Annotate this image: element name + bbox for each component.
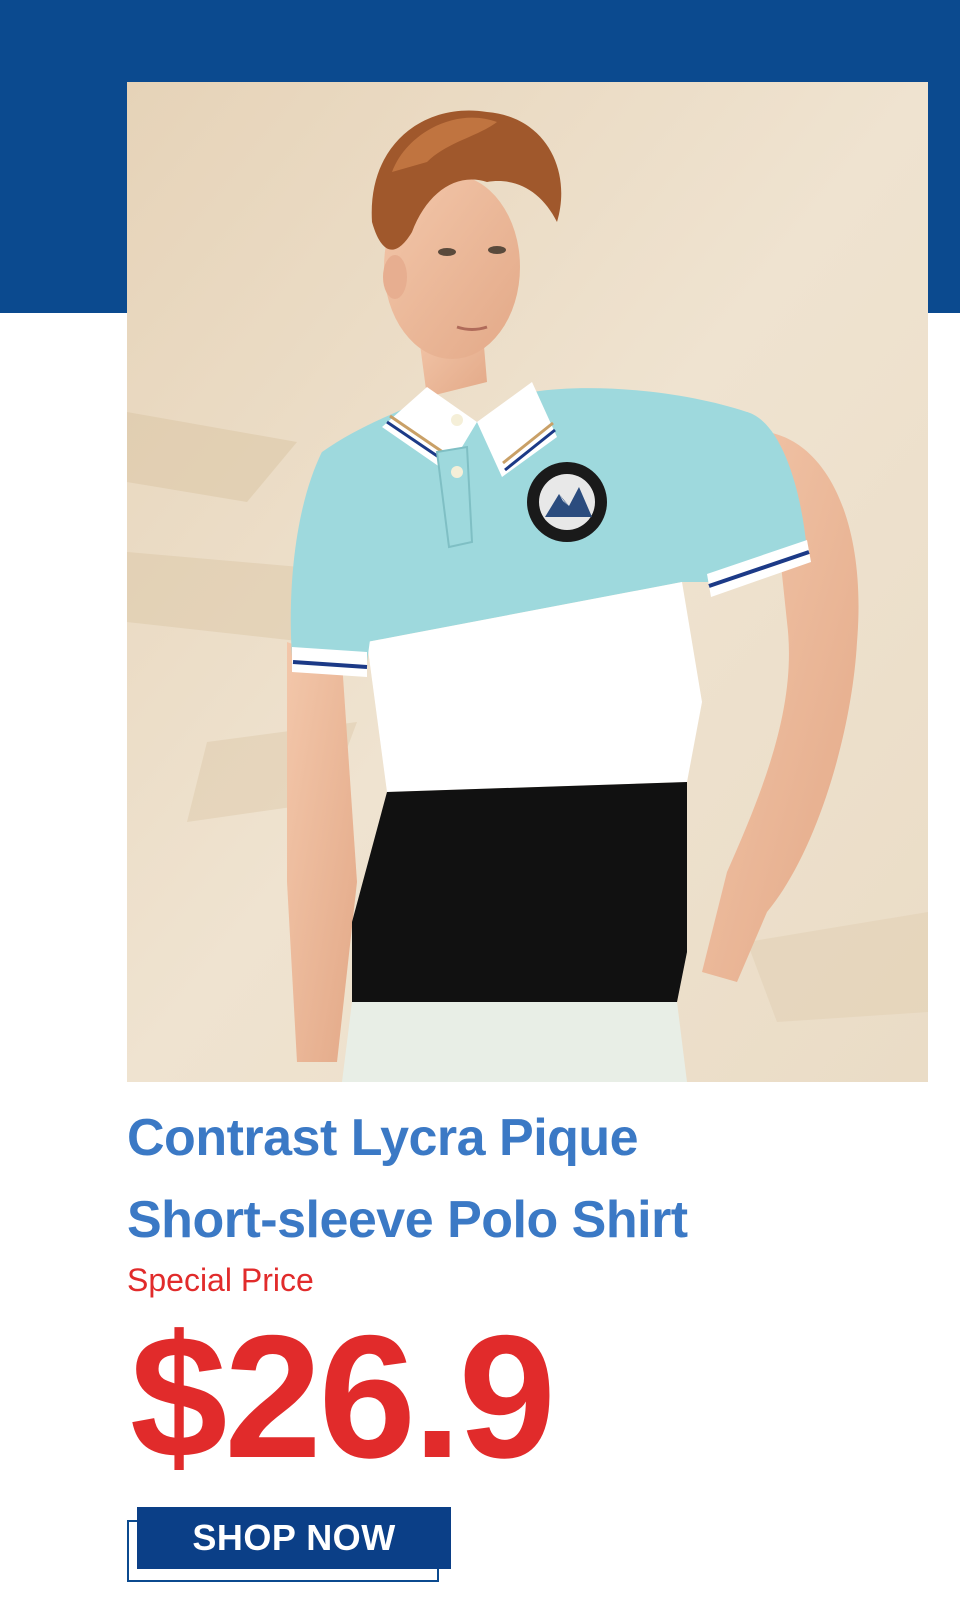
product-image[interactable] [127,82,928,1082]
shop-now-button[interactable]: SHOP NOW [137,1507,451,1569]
product-title-line-1: Contrast Lycra Pique [127,1109,639,1167]
brand-badge-icon [527,462,607,542]
product-title-line-2: Short-sleeve Polo Shirt [127,1191,688,1249]
model-illustration [127,82,928,1082]
special-price-label: Special Price [127,1262,314,1298]
product-price: $26.9 [130,1300,556,1495]
